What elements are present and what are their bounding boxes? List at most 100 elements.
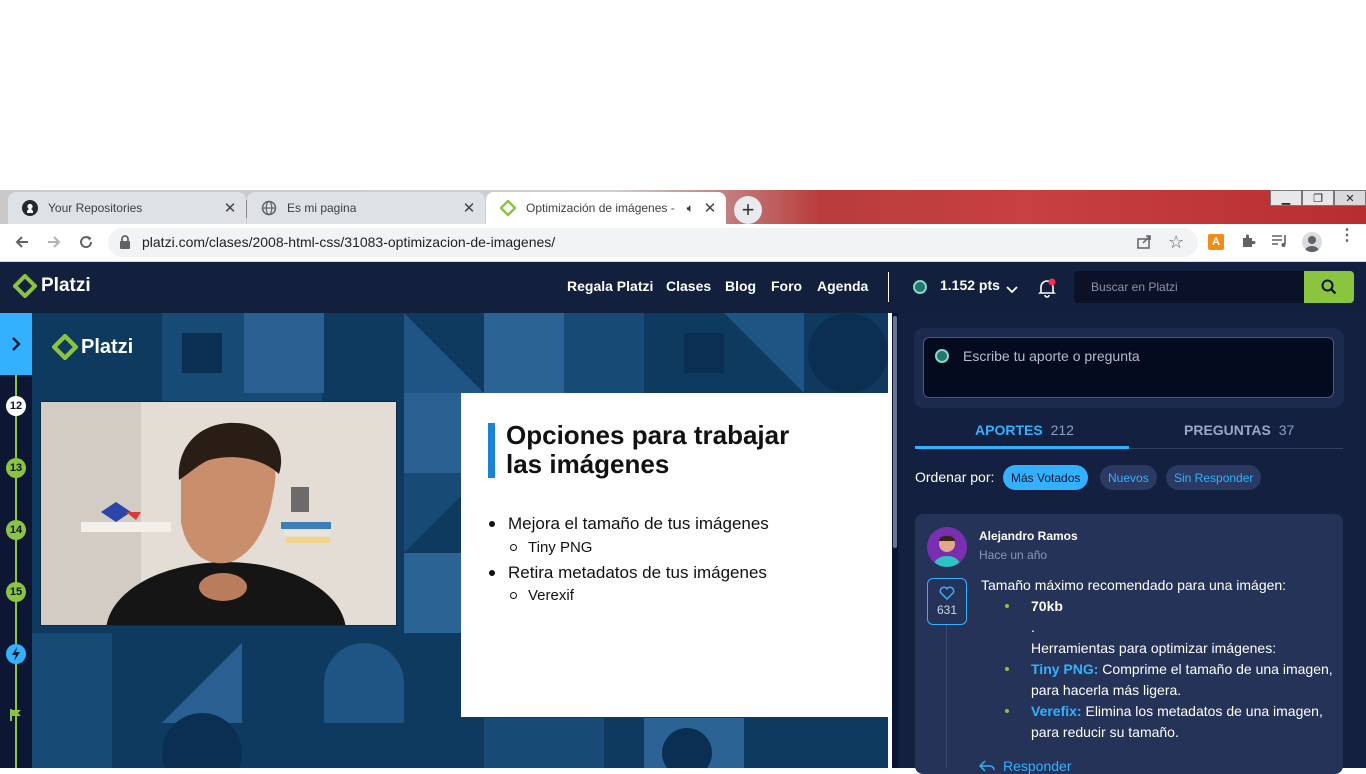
- tool-link[interactable]: Verefix:: [1031, 703, 1082, 719]
- sub-bullet-dot: [510, 592, 517, 599]
- comment-text: Herramientas para optimizar imágenes:: [1031, 640, 1277, 656]
- search-button[interactable]: [1304, 271, 1354, 303]
- points-label[interactable]: 1.152 pts: [940, 277, 1000, 293]
- tab-aportes[interactable]: APORTES 212: [975, 422, 1074, 438]
- extensions-puzzle-icon[interactable]: [1240, 233, 1256, 254]
- profile-avatar-icon[interactable]: [1302, 232, 1322, 252]
- nav-regala-platzi[interactable]: Regala Platzi: [567, 278, 653, 294]
- reply-label: Responder: [1003, 758, 1072, 774]
- search-placeholder: Buscar en Platzi: [1091, 280, 1178, 294]
- bookmark-star-icon[interactable]: ☆: [1168, 232, 1184, 253]
- tab-label: PREGUNTAS: [1184, 422, 1271, 438]
- header-divider: [888, 272, 889, 302]
- avatar[interactable]: [927, 527, 967, 567]
- lock-icon[interactable]: [119, 235, 131, 254]
- user-avatar-icon[interactable]: [913, 280, 927, 294]
- tab-es-mi-pagina[interactable]: Es mi pagina ✕: [247, 192, 485, 224]
- comment-list-item: Tiny PNG: Comprime el tamaño de una imag…: [1031, 661, 1333, 677]
- like-button[interactable]: 631: [927, 578, 967, 625]
- pattern-shape: [808, 313, 888, 393]
- platzi-icon: [500, 200, 516, 216]
- browser-tab-strip: Your Repositories ✕ Es mi pagina ✕ Optim…: [0, 190, 1366, 224]
- tab-count: 212: [1050, 422, 1074, 438]
- pattern-shape: [724, 313, 804, 393]
- new-tab-button[interactable]: +: [734, 196, 762, 224]
- comment-time: Hace un año: [979, 548, 1048, 562]
- reply-button[interactable]: Responder: [979, 758, 1072, 774]
- media-control-icon[interactable]: [1271, 233, 1289, 254]
- restore-icon[interactable]: ❐: [1302, 190, 1334, 206]
- tab-preguntas[interactable]: PREGUNTAS 37: [1184, 422, 1294, 438]
- thread-line: [946, 625, 947, 768]
- share-icon[interactable]: [1136, 234, 1152, 255]
- timeline-step[interactable]: 14: [6, 520, 26, 540]
- forward-icon[interactable]: [44, 232, 64, 252]
- comment-text: Tamaño máximo recomendado para una imáge…: [981, 577, 1287, 593]
- url-text[interactable]: platzi.com/clases/2008-html-css/31083-op…: [142, 234, 555, 250]
- chevron-down-icon[interactable]: [1006, 281, 1018, 299]
- comment-author[interactable]: Alejandro Ramos: [979, 529, 1078, 543]
- platzi-logo-icon: [52, 334, 78, 360]
- globe-icon: [261, 200, 277, 216]
- instructor-camera: [40, 401, 397, 626]
- pattern-shape: [684, 333, 724, 373]
- speaker-icon[interactable]: 🔈︎: [687, 201, 694, 216]
- platzi-logo-icon: [13, 274, 37, 298]
- tab-your-repositories[interactable]: Your Repositories ✕: [8, 192, 247, 224]
- video-brand-name: Platzi: [81, 335, 134, 358]
- nav-blog[interactable]: Blog: [725, 278, 756, 294]
- comment-text: para reducir su tamaño.: [1031, 724, 1179, 740]
- slide-title: Opciones para trabajar las imágenes: [506, 421, 846, 479]
- nav-foro[interactable]: Foro: [771, 278, 802, 294]
- close-tab-icon[interactable]: ✕: [700, 199, 720, 217]
- minimize-icon[interactable]: ▁: [1270, 190, 1302, 206]
- nav-agenda[interactable]: Agenda: [817, 278, 868, 294]
- close-tab-icon[interactable]: ✕: [459, 199, 479, 217]
- pattern-shape: [32, 633, 112, 768]
- pattern-shape: [324, 643, 404, 723]
- chevron-right-icon: [12, 337, 21, 351]
- composer-input[interactable]: [923, 337, 1334, 398]
- comment-list-item: Verefix: Elimina los metadatos de una im…: [1031, 703, 1323, 719]
- platzi-logo[interactable]: Platzi: [13, 274, 91, 298]
- bullet-dot: [489, 570, 495, 576]
- notification-bell-icon[interactable]: [1037, 278, 1057, 303]
- tab-optimizacion[interactable]: Optimización de imágenes - 🔈︎ ✕: [486, 192, 726, 224]
- extension-badge-icon[interactable]: A: [1208, 234, 1224, 250]
- browser-menu-icon[interactable]: ⋮: [1339, 228, 1355, 244]
- sort-most-voted[interactable]: Más Votados: [1003, 465, 1089, 490]
- lightning-icon[interactable]: [6, 644, 26, 664]
- comment-text: Comprime el tamaño de una imagen,: [1098, 661, 1333, 677]
- nav-clases[interactable]: Clases: [666, 278, 711, 294]
- back-icon[interactable]: [12, 232, 32, 252]
- sort-unanswered[interactable]: Sin Responder: [1166, 465, 1262, 490]
- pattern-shape: [484, 718, 604, 768]
- timeline-step[interactable]: 12: [6, 396, 26, 416]
- sort-label: Ordenar por:: [915, 469, 995, 485]
- list-bullet: [1005, 667, 1009, 671]
- window-controls: ▁ ❐ ✕: [1270, 190, 1366, 208]
- bullet-dot: [489, 521, 495, 527]
- finish-flag-icon[interactable]: [9, 708, 23, 727]
- comment-text: Elimina los metadatos de una imagen,: [1081, 703, 1323, 719]
- timeline-toggle-button[interactable]: [0, 313, 32, 375]
- comment-text: para hacerla más ligera.: [1031, 682, 1182, 698]
- like-count: 631: [936, 603, 958, 617]
- scrollbar-thumb[interactable]: [893, 316, 897, 548]
- close-window-icon[interactable]: ✕: [1334, 190, 1366, 206]
- active-tab-indicator: [915, 446, 1129, 449]
- timeline-step[interactable]: 15: [6, 582, 26, 602]
- brand-name: Platzi: [41, 275, 91, 296]
- video-platzi-logo: Platzi: [52, 334, 133, 360]
- close-tab-icon[interactable]: ✕: [220, 199, 240, 217]
- tool-link[interactable]: Tiny PNG:: [1031, 661, 1098, 677]
- search-icon: [1321, 279, 1337, 295]
- slide-sub-bullet: Tiny PNG: [528, 539, 593, 556]
- tab-title: Es mi pagina: [287, 201, 357, 215]
- composer-placeholder: Escribe tu aporte o pregunta: [963, 348, 1140, 364]
- sort-new[interactable]: Nuevos: [1100, 465, 1157, 490]
- pattern-shape: [162, 643, 242, 723]
- reload-icon[interactable]: [76, 232, 96, 252]
- timeline-step[interactable]: 13: [6, 458, 26, 478]
- slide-bullet: Retira metadatos de tus imágenes: [508, 563, 767, 582]
